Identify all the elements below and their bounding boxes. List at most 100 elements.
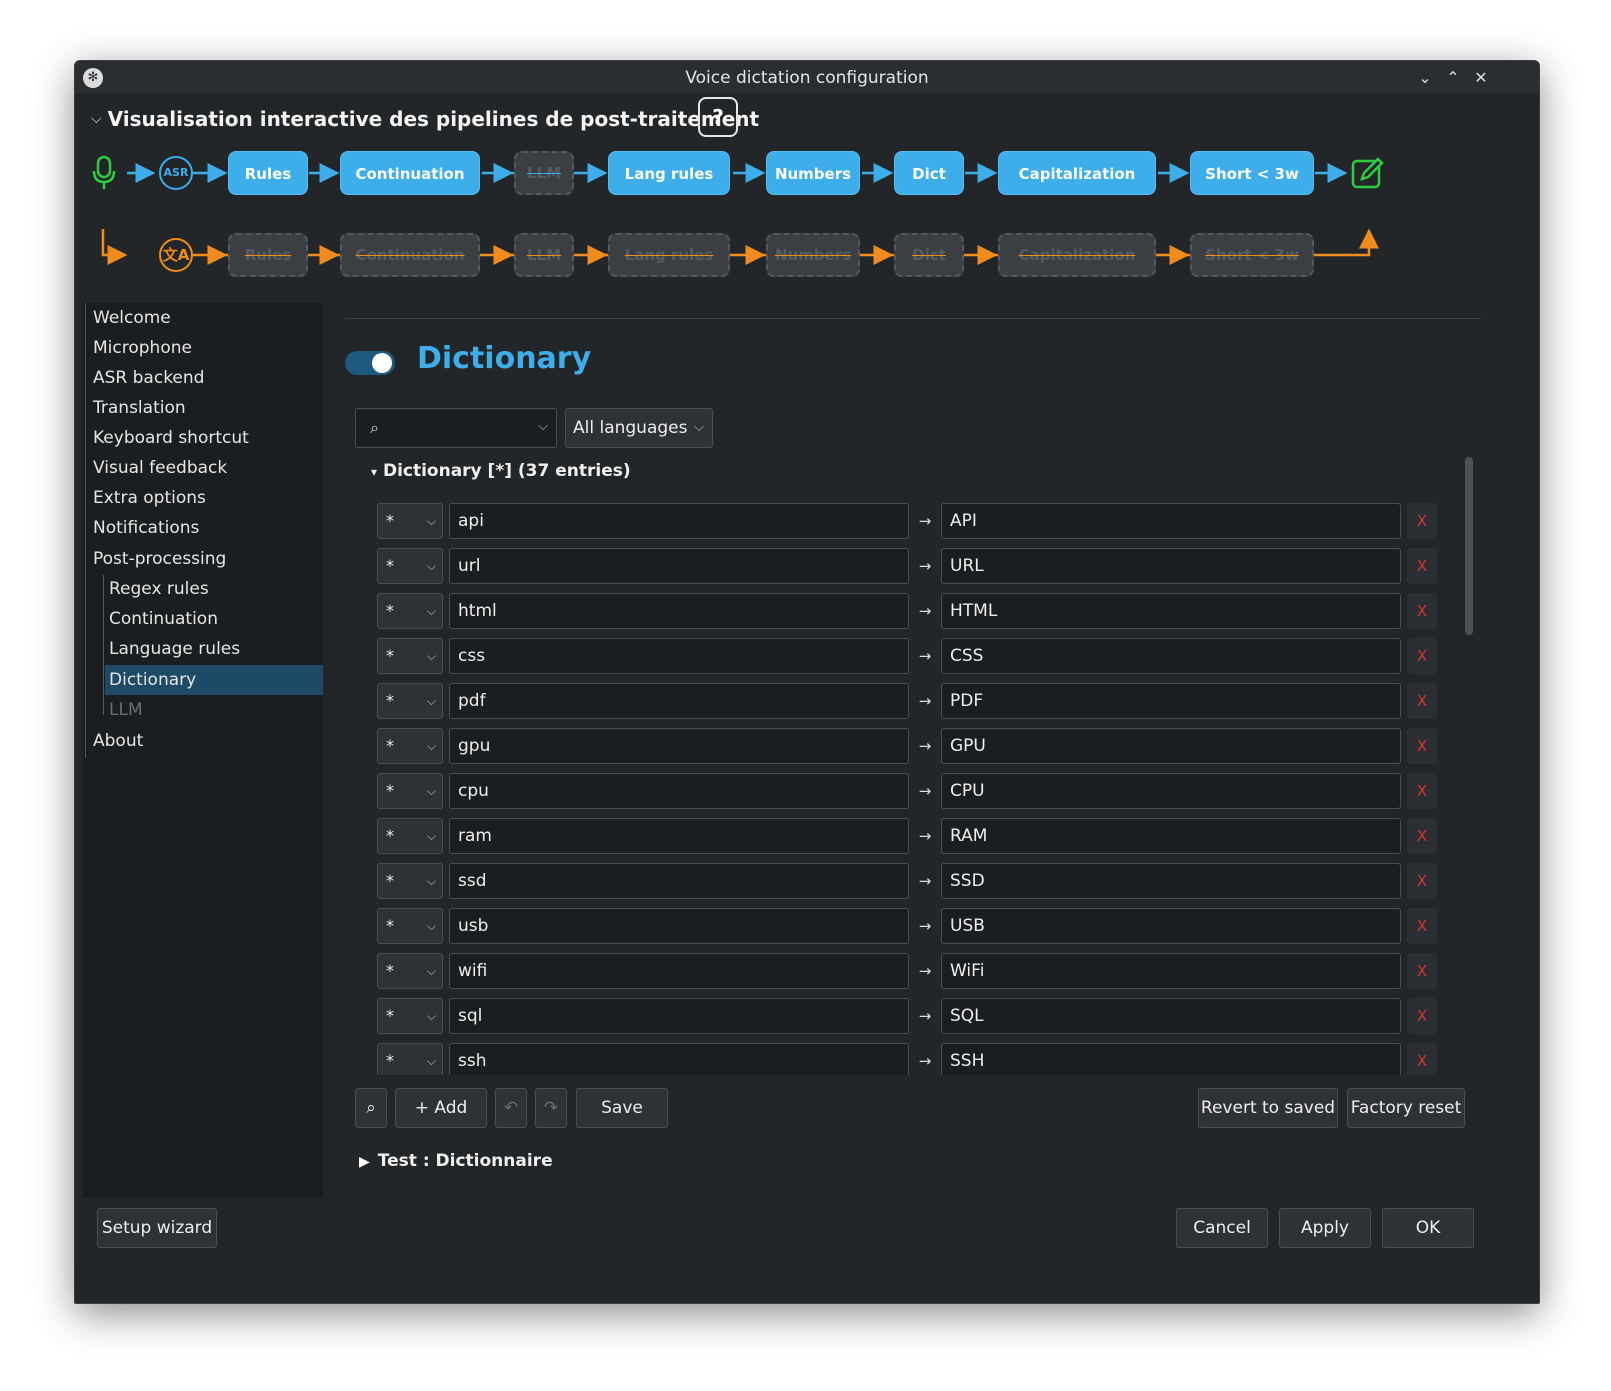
scrollbar-thumb[interactable] — [1465, 457, 1473, 635]
add-entry-button[interactable]: + Add — [395, 1088, 487, 1128]
pipeline-node-llm[interactable]: LLM — [514, 151, 574, 195]
help-button[interactable]: ? — [698, 97, 738, 137]
sidebar-item-llm[interactable]: LLM — [109, 695, 143, 725]
entry-replacement-input[interactable]: PDF — [941, 683, 1401, 719]
entry-language-select[interactable]: * ⌵ — [377, 683, 443, 719]
entry-language-select[interactable]: * ⌵ — [377, 593, 443, 629]
entry-language-select[interactable]: * ⌵ — [377, 863, 443, 899]
entry-replacement-input[interactable]: SQL — [941, 998, 1401, 1034]
entry-source-input[interactable]: pdf — [449, 683, 909, 719]
save-button[interactable]: Save — [576, 1088, 668, 1128]
sidebar-item-post-processing[interactable]: Post-processing — [93, 544, 226, 574]
entry-language-select[interactable]: * ⌵ — [377, 548, 443, 584]
sidebar-item-welcome[interactable]: Welcome — [93, 303, 171, 333]
undo-button[interactable]: ↶ — [495, 1088, 527, 1128]
translation-node-capitalization[interactable]: Capitalization — [998, 233, 1156, 277]
pipeline-node-continuation[interactable]: Continuation — [340, 151, 480, 195]
entry-source-input[interactable]: gpu — [449, 728, 909, 764]
delete-entry-button[interactable]: X — [1407, 593, 1437, 629]
entry-replacement-input[interactable]: WiFi — [941, 953, 1401, 989]
sidebar-item-asr-backend[interactable]: ASR backend — [93, 363, 204, 393]
apply-button[interactable]: Apply — [1279, 1208, 1371, 1248]
redo-button[interactable]: ↷ — [535, 1088, 567, 1128]
entry-source-input[interactable]: url — [449, 548, 909, 584]
entry-source-input[interactable]: cpu — [449, 773, 909, 809]
entry-language-select[interactable]: * ⌵ — [377, 638, 443, 674]
ok-button[interactable]: OK — [1382, 1208, 1474, 1248]
delete-entry-button[interactable]: X — [1407, 548, 1437, 584]
sidebar-item-extra-options[interactable]: Extra options — [93, 483, 206, 513]
search-field[interactable]: ⌕ ⌵ — [355, 408, 557, 448]
translation-node-lang-rules[interactable]: Lang rules — [608, 233, 730, 277]
sidebar-item-keyboard-shortcut[interactable]: Keyboard shortcut — [93, 423, 249, 453]
cancel-button[interactable]: Cancel — [1176, 1208, 1268, 1248]
entry-replacement-input[interactable]: HTML — [941, 593, 1401, 629]
pipeline-node-short[interactable]: Short < 3w — [1190, 151, 1314, 195]
delete-entry-button[interactable]: X — [1407, 638, 1437, 674]
delete-entry-button[interactable]: X — [1407, 998, 1437, 1034]
entry-replacement-input[interactable]: SSD — [941, 863, 1401, 899]
chevron-down-icon[interactable]: ⌵ — [538, 419, 548, 434]
entry-replacement-input[interactable]: CSS — [941, 638, 1401, 674]
pipeline-node-dict[interactable]: Dict — [894, 151, 964, 195]
entry-language-select[interactable]: * ⌵ — [377, 503, 443, 539]
entry-source-input[interactable]: sql — [449, 998, 909, 1034]
revert-to-saved-button[interactable]: Revert to saved — [1198, 1088, 1338, 1128]
entry-replacement-input[interactable]: CPU — [941, 773, 1401, 809]
delete-entry-button[interactable]: X — [1407, 818, 1437, 854]
sidebar-item-about[interactable]: About — [93, 726, 143, 756]
translation-node-continuation[interactable]: Continuation — [340, 233, 480, 277]
entry-replacement-input[interactable]: SSH — [941, 1043, 1401, 1075]
translation-node-short[interactable]: Short < 3w — [1190, 233, 1314, 277]
delete-entry-button[interactable]: X — [1407, 503, 1437, 539]
pipeline-node-rules[interactable]: Rules — [228, 151, 308, 195]
search-toggle-button[interactable]: ⌕ — [355, 1088, 387, 1128]
entry-replacement-input[interactable]: URL — [941, 548, 1401, 584]
dictionary-group-header[interactable]: ▾ Dictionary [*] (37 entries) — [371, 461, 631, 481]
language-filter-select[interactable]: All languages ⌵ — [565, 408, 713, 448]
factory-reset-button[interactable]: Factory reset — [1347, 1088, 1465, 1128]
entry-source-input[interactable]: wifi — [449, 953, 909, 989]
entry-language-select[interactable]: * ⌵ — [377, 818, 443, 854]
sidebar-item-continuation[interactable]: Continuation — [109, 604, 218, 634]
entry-source-input[interactable]: api — [449, 503, 909, 539]
dictionary-enable-toggle[interactable] — [345, 351, 395, 375]
entry-language-select[interactable]: * ⌵ — [377, 953, 443, 989]
pipeline-node-capitalization[interactable]: Capitalization — [998, 151, 1156, 195]
setup-wizard-button[interactable]: Setup wizard — [97, 1208, 217, 1248]
pipeline-node-lang-rules[interactable]: Lang rules — [608, 151, 730, 195]
entry-source-input[interactable]: css — [449, 638, 909, 674]
translation-node-llm[interactable]: LLM — [514, 233, 574, 277]
sidebar-item-microphone[interactable]: Microphone — [93, 333, 192, 363]
delete-entry-button[interactable]: X — [1407, 773, 1437, 809]
translation-node-numbers[interactable]: Numbers — [766, 233, 860, 277]
entry-source-input[interactable]: ram — [449, 818, 909, 854]
entry-replacement-input[interactable]: USB — [941, 908, 1401, 944]
title-bar[interactable]: ✻ Voice dictation configuration ⌄ ⌃ ✕ — [75, 61, 1539, 95]
sidebar-item-translation[interactable]: Translation — [93, 393, 186, 423]
test-section-header[interactable]: ▶ Test : Dictionnaire — [359, 1151, 553, 1171]
entry-language-select[interactable]: * ⌵ — [377, 773, 443, 809]
entry-source-input[interactable]: ssd — [449, 863, 909, 899]
sidebar-item-dictionary[interactable]: Dictionary — [105, 665, 323, 695]
entry-language-select[interactable]: * ⌵ — [377, 1043, 443, 1075]
pipeline-header[interactable]: ⌵ Visualisation interactive des pipeline… — [91, 99, 759, 139]
delete-entry-button[interactable]: X — [1407, 683, 1437, 719]
delete-entry-button[interactable]: X — [1407, 953, 1437, 989]
maximize-icon[interactable]: ⌃ — [1441, 66, 1465, 90]
entry-source-input[interactable]: html — [449, 593, 909, 629]
entry-replacement-input[interactable]: RAM — [941, 818, 1401, 854]
close-icon[interactable]: ✕ — [1469, 66, 1493, 90]
entry-replacement-input[interactable]: API — [941, 503, 1401, 539]
minimize-icon[interactable]: ⌄ — [1413, 66, 1437, 90]
delete-entry-button[interactable]: X — [1407, 908, 1437, 944]
pipeline-node-numbers[interactable]: Numbers — [766, 151, 860, 195]
entry-language-select[interactable]: * ⌵ — [377, 998, 443, 1034]
translation-node-dict[interactable]: Dict — [894, 233, 964, 277]
delete-entry-button[interactable]: X — [1407, 1043, 1437, 1075]
sidebar-item-language-rules[interactable]: Language rules — [109, 634, 240, 664]
delete-entry-button[interactable]: X — [1407, 728, 1437, 764]
entry-source-input[interactable]: usb — [449, 908, 909, 944]
entry-replacement-input[interactable]: GPU — [941, 728, 1401, 764]
entry-source-input[interactable]: ssh — [449, 1043, 909, 1075]
